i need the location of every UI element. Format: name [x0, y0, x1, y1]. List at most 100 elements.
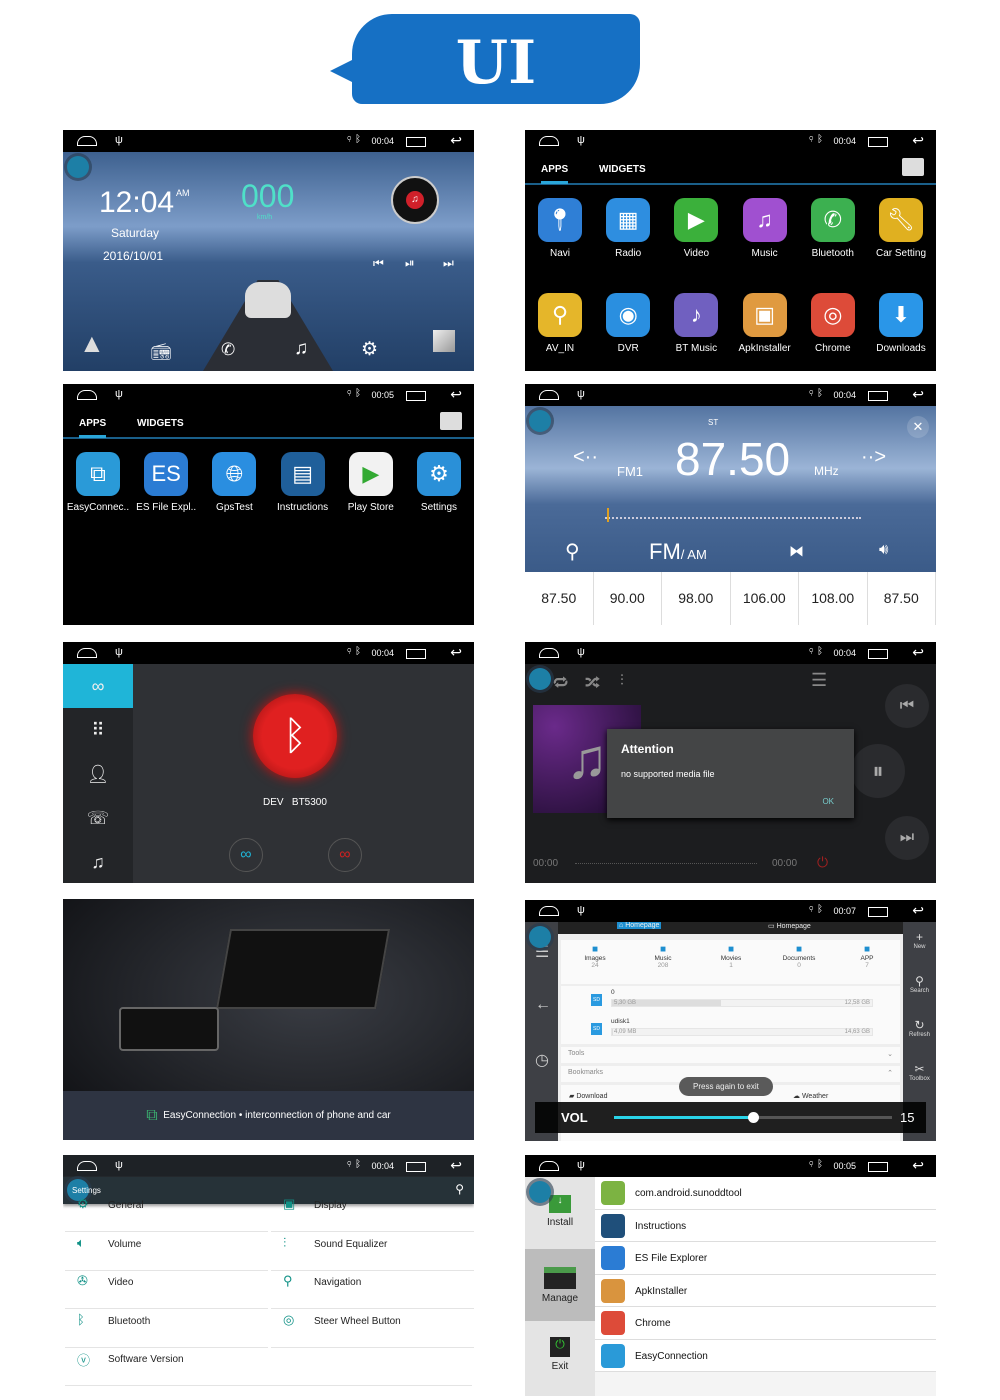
preset-button[interactable]: 87.50 — [867, 572, 936, 625]
tuning-scale[interactable] — [605, 517, 861, 519]
settings-item-display[interactable]: ▣ Display — [271, 1194, 474, 1232]
seek-forward-icon[interactable]: ··> — [861, 446, 886, 469]
contacts-icon[interactable]: 👤︎ — [63, 752, 133, 796]
dialpad-icon[interactable]: ⠿ — [63, 708, 133, 752]
exit-button[interactable]: ⏻ Exit — [525, 1337, 595, 1396]
speaker-icon[interactable]: 🔊︎ — [879, 541, 888, 558]
back-icon[interactable]: ↩ — [912, 902, 924, 919]
app-list-item[interactable]: ES File Explorer — [595, 1242, 936, 1275]
ok-button[interactable]: OK — [822, 797, 834, 806]
app-chrome[interactable]: ◎ Chrome — [799, 293, 867, 354]
app-bluetooth[interactable]: ✆ Bluetooth — [799, 198, 867, 259]
search-button[interactable]: ⚲ Search — [903, 974, 936, 994]
preset-button[interactable]: 106.00 — [730, 572, 799, 625]
play-pause-icon[interactable]: ⏯ — [405, 256, 415, 271]
shuffle-icon[interactable]: 🔀︎ — [585, 672, 600, 694]
connect-button[interactable]: ∞ — [229, 838, 263, 872]
tab-widgets[interactable]: WIDGETS — [137, 418, 184, 429]
app-dvr[interactable]: ◉ DVR — [594, 293, 662, 354]
fm-am-toggle[interactable]: FM/ AM — [649, 539, 707, 565]
pause-button[interactable]: ⏸ — [851, 744, 905, 798]
floating-button[interactable] — [67, 156, 89, 178]
music-icon[interactable]: ♫ — [294, 338, 308, 360]
category-movies[interactable]: ■ Movies 1 — [697, 944, 765, 969]
stereo-icon[interactable]: ⧓ — [789, 542, 804, 560]
settings-item-general[interactable]: ⚙ General — [65, 1194, 268, 1232]
settings-item-software-version[interactable]: ⓥ Software Version — [65, 1348, 472, 1387]
home-icon[interactable] — [77, 136, 97, 146]
back-icon[interactable]: ↩ — [912, 132, 924, 149]
recent-apps-icon[interactable] — [868, 907, 888, 917]
tab-apps[interactable]: APPS — [79, 418, 107, 438]
app-settings[interactable]: ⚙ Settings — [405, 452, 473, 513]
floating-button[interactable] — [529, 926, 551, 948]
prev-track-icon[interactable]: ⏮ — [373, 256, 384, 271]
floating-button[interactable] — [529, 1181, 551, 1203]
app-list-item[interactable]: ApkInstaller — [595, 1274, 936, 1307]
app-downloads[interactable]: ⬇ Downloads — [867, 293, 935, 354]
back-icon[interactable]: ↩ — [450, 386, 462, 403]
new-button[interactable]: + New — [903, 930, 936, 950]
tab-widgets[interactable]: WIDGETS — [599, 164, 646, 175]
floating-button[interactable] — [529, 410, 551, 432]
power-icon[interactable]: ⏻ — [817, 854, 828, 871]
app-car-setting[interactable]: 🔧︎ Car Setting — [867, 198, 935, 259]
search-icon[interactable]: ⚲ — [565, 539, 580, 564]
home-icon[interactable] — [539, 136, 559, 146]
apps-grid-icon[interactable] — [433, 330, 455, 352]
app-play-store[interactable]: ▶ Play Store — [337, 452, 405, 513]
settings-item-volume[interactable]: 🔈︎ Volume — [65, 1233, 268, 1271]
bookmark-weather[interactable]: ☁ Weather — [793, 1092, 828, 1100]
recent-apps-icon[interactable] — [868, 1162, 888, 1172]
settings-item-video[interactable]: ✇ Video — [65, 1271, 268, 1310]
settings-item-bluetooth[interactable]: ᛒ Bluetooth — [65, 1310, 268, 1348]
settings-gear-icon[interactable]: ⚙ — [361, 338, 378, 361]
app-navi[interactable]: 📍︎ Navi — [526, 198, 594, 259]
play-store-icon[interactable] — [902, 158, 924, 176]
home-icon[interactable] — [77, 390, 97, 400]
preset-button[interactable]: 90.00 — [593, 572, 662, 625]
app-list-item[interactable]: com.android.sunoddtool — [595, 1177, 936, 1210]
settings-item-sound-equalizer[interactable]: ⫶ Sound Equalizer — [271, 1233, 474, 1271]
app-es-file-expl-[interactable]: ES ES File Expl.. — [132, 452, 200, 513]
preset-button[interactable]: 87.50 — [525, 572, 594, 625]
toolbox-button[interactable]: ✂ Toolbox — [903, 1062, 936, 1082]
app-list-item[interactable]: Chrome — [595, 1307, 936, 1340]
home-icon[interactable] — [539, 906, 559, 916]
close-icon[interactable]: ✕ — [907, 416, 929, 438]
preset-button[interactable]: 108.00 — [799, 572, 868, 625]
radio-icon[interactable]: 📻︎ — [151, 342, 171, 362]
app-gpstest[interactable]: 🌐︎ GpsTest — [200, 452, 268, 513]
category-images[interactable]: ■ Images 24 — [561, 944, 629, 969]
app-list-item[interactable]: EasyConnection — [595, 1339, 936, 1372]
equalizer-icon[interactable]: ⫶ — [620, 672, 624, 689]
volume-knob[interactable] — [748, 1112, 759, 1123]
recent-apps-icon[interactable] — [406, 137, 426, 147]
history-icon[interactable]: ◷ — [535, 1050, 549, 1070]
back-icon[interactable]: ↩ — [450, 1157, 462, 1174]
category-music[interactable]: ■ Music 208 — [629, 944, 697, 969]
link-icon[interactable]: ∞ — [63, 664, 133, 708]
tab-homepage-2[interactable]: ▭ Homepage — [768, 922, 811, 930]
home-icon[interactable] — [77, 1161, 97, 1171]
disconnect-button[interactable]: ∞ — [328, 838, 362, 872]
storage-item[interactable]: SD 0 5,30 GB 12,58 GB — [561, 986, 900, 1015]
app-video[interactable]: ▶ Video — [662, 198, 730, 259]
seek-back-icon[interactable]: <·· — [573, 446, 598, 469]
play-store-icon[interactable] — [440, 412, 462, 430]
home-icon[interactable] — [77, 648, 97, 658]
back-arrow-icon[interactable]: ← — [535, 996, 551, 1014]
settings-item-navigation[interactable]: ⚲ Navigation — [271, 1271, 474, 1310]
recent-apps-icon[interactable] — [868, 649, 888, 659]
app-bt-music[interactable]: ♪ BT Music — [662, 293, 730, 354]
back-icon[interactable]: ↩ — [450, 644, 462, 661]
tuning-needle[interactable] — [607, 508, 609, 522]
home-icon[interactable] — [539, 1161, 559, 1171]
floating-button[interactable] — [529, 668, 551, 690]
back-icon[interactable]: ↩ — [912, 1157, 924, 1174]
app-apkinstaller[interactable]: ▣ ApkInstaller — [731, 293, 799, 354]
progress-bar[interactable] — [575, 863, 757, 864]
previous-button[interactable]: ⏮ — [885, 684, 929, 728]
app-easyconnec-[interactable]: ⧉ EasyConnec.. — [64, 452, 132, 513]
recent-apps-icon[interactable] — [868, 137, 888, 147]
